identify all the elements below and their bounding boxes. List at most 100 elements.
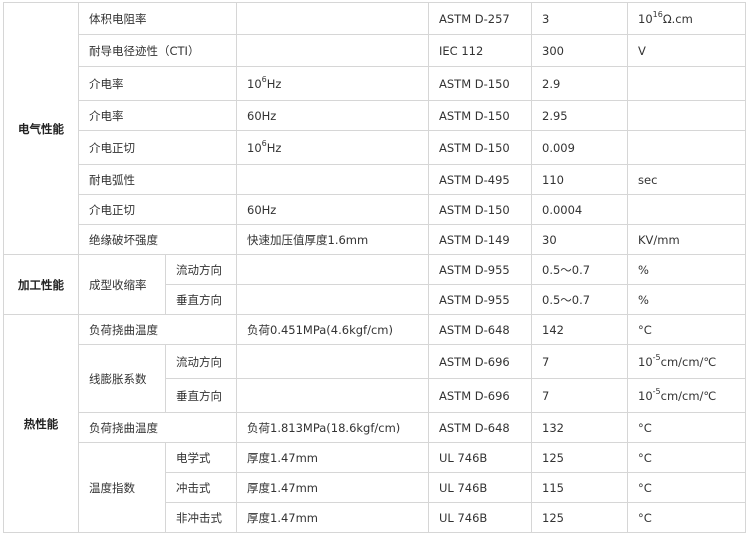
property-name: 负荷挠曲温度	[78, 412, 237, 443]
property-name: 体积电阻率	[78, 2, 237, 35]
property-unit	[627, 130, 746, 165]
property-name: 介电正切	[78, 194, 237, 225]
test-condition	[236, 34, 429, 67]
test-condition: 厚度1.47mm	[236, 472, 429, 503]
test-condition: 快速加压值厚度1.6mm	[236, 224, 429, 255]
table-row: 耐电弧性 ASTM D-495 110 sec	[4, 164, 746, 195]
property-unit	[627, 66, 746, 101]
table-row: 电气性能 体积电阻率 ASTM D-257 3 1016Ω.cm	[3, 2, 746, 255]
category-thermal: 热性能	[3, 314, 79, 533]
property-value: 2.9	[531, 66, 628, 101]
property-value: 2.95	[531, 100, 628, 131]
property-unit: 10-5cm/cm/℃	[627, 378, 746, 413]
test-method: ASTM D-150	[428, 100, 532, 131]
property-unit: °C	[627, 314, 746, 345]
table-row: 温度指数 电学式 厚度1.47mm UL 746B 125 °C	[4, 442, 746, 533]
property-unit: °C	[627, 412, 746, 443]
test-method: UL 746B	[428, 472, 532, 503]
spec-table-container: 电气性能 体积电阻率 ASTM D-257 3 1016Ω.cm 耐导电径迹性（…	[3, 2, 746, 533]
test-method: ASTM D-648	[428, 412, 532, 443]
property-subtype: 垂直方向	[165, 284, 237, 315]
property-unit: 1016Ω.cm	[627, 2, 746, 35]
test-condition: 60Hz	[236, 100, 429, 131]
table-row: 介电率 60Hz ASTM D-150 2.95	[4, 100, 746, 131]
test-method: ASTM D-955	[428, 254, 532, 285]
property-unit: V	[627, 34, 746, 67]
property-subtype: 流动方向	[165, 344, 237, 379]
test-method: ASTM D-150	[428, 130, 532, 165]
test-condition	[236, 2, 429, 35]
test-method: ASTM D-150	[428, 66, 532, 101]
test-condition: 负荷1.813MPa(18.6kgf/cm)	[236, 412, 429, 443]
property-value: 300	[531, 34, 628, 67]
property-value: 110	[531, 164, 628, 195]
table-row: 耐导电径迹性（CTI） IEC 112 300 V	[4, 34, 746, 67]
property-name: 成型收缩率	[78, 254, 166, 315]
test-condition: 106Hz	[236, 130, 429, 165]
test-method: IEC 112	[428, 34, 532, 67]
property-unit: %	[627, 254, 746, 285]
property-name: 绝缘破坏强度	[78, 224, 237, 255]
property-unit	[627, 100, 746, 131]
property-name: 介电率	[78, 66, 237, 101]
property-value: 142	[531, 314, 628, 345]
property-subtype: 非冲击式	[165, 502, 237, 533]
property-value: 132	[531, 412, 628, 443]
table-row: 热性能 负荷挠曲温度 负荷0.451MPa(4.6kgf/cm) ASTM D-…	[3, 314, 746, 533]
test-condition	[236, 378, 429, 413]
property-value: 0.0004	[531, 194, 628, 225]
test-condition: 负荷0.451MPa(4.6kgf/cm)	[236, 314, 429, 345]
test-condition: 厚度1.47mm	[236, 442, 429, 473]
property-unit: °C	[627, 472, 746, 503]
property-name: 线膨胀系数	[78, 344, 166, 413]
property-name: 温度指数	[78, 442, 166, 533]
property-subtype: 冲击式	[165, 472, 237, 503]
property-name: 耐导电径迹性（CTI）	[78, 34, 237, 67]
table-row: 加工性能 成型收缩率 流动方向 ASTM D-955 0.5～0.7 %	[3, 254, 746, 315]
table-row: 绝缘破坏强度 快速加压值厚度1.6mm ASTM D-149 30 KV/mm	[4, 224, 746, 255]
property-subtype: 流动方向	[165, 254, 237, 285]
property-value: 7	[531, 344, 628, 379]
test-condition	[236, 164, 429, 195]
property-value: 0.5～0.7	[531, 254, 628, 285]
table-row: 介电正切 106Hz ASTM D-150 0.009	[4, 130, 746, 165]
property-name: 负荷挠曲温度	[78, 314, 237, 345]
category-electrical: 电气性能	[3, 2, 79, 255]
test-condition: 106Hz	[236, 66, 429, 101]
test-method: ASTM D-150	[428, 194, 532, 225]
test-method: ASTM D-257	[428, 2, 532, 35]
property-unit: %	[627, 284, 746, 315]
test-method: ASTM D-696	[428, 344, 532, 379]
table-row: 负荷挠曲温度 负荷1.813MPa(18.6kgf/cm) ASTM D-648…	[4, 412, 746, 443]
property-unit: KV/mm	[627, 224, 746, 255]
material-properties-table: 电气性能 体积电阻率 ASTM D-257 3 1016Ω.cm 耐导电径迹性（…	[3, 2, 746, 533]
test-condition	[236, 284, 429, 315]
test-method: UL 746B	[428, 502, 532, 533]
test-method: ASTM D-648	[428, 314, 532, 345]
test-condition	[236, 344, 429, 379]
property-value: 30	[531, 224, 628, 255]
property-value: 115	[531, 472, 628, 503]
table-row: 介电正切 60Hz ASTM D-150 0.0004	[4, 194, 746, 225]
property-value: 7	[531, 378, 628, 413]
test-method: ASTM D-495	[428, 164, 532, 195]
property-value: 125	[531, 442, 628, 473]
property-unit: °C	[627, 502, 746, 533]
property-value: 0.009	[531, 130, 628, 165]
test-condition: 厚度1.47mm	[236, 502, 429, 533]
test-condition	[236, 254, 429, 285]
property-value: 125	[531, 502, 628, 533]
property-name: 介电率	[78, 100, 237, 131]
property-unit: sec	[627, 164, 746, 195]
property-unit: °C	[627, 442, 746, 473]
test-method: ASTM D-149	[428, 224, 532, 255]
property-unit: 10-5cm/cm/℃	[627, 344, 746, 379]
property-unit	[627, 194, 746, 225]
test-method: ASTM D-696	[428, 378, 532, 413]
property-value: 0.5～0.7	[531, 284, 628, 315]
table-row: 线膨胀系数 流动方向 ASTM D-696 7 10-5cm/cm/℃	[4, 344, 746, 413]
test-method: ASTM D-955	[428, 284, 532, 315]
property-subtype: 垂直方向	[165, 378, 237, 413]
property-name: 耐电弧性	[78, 164, 237, 195]
property-subtype: 电学式	[165, 442, 237, 473]
